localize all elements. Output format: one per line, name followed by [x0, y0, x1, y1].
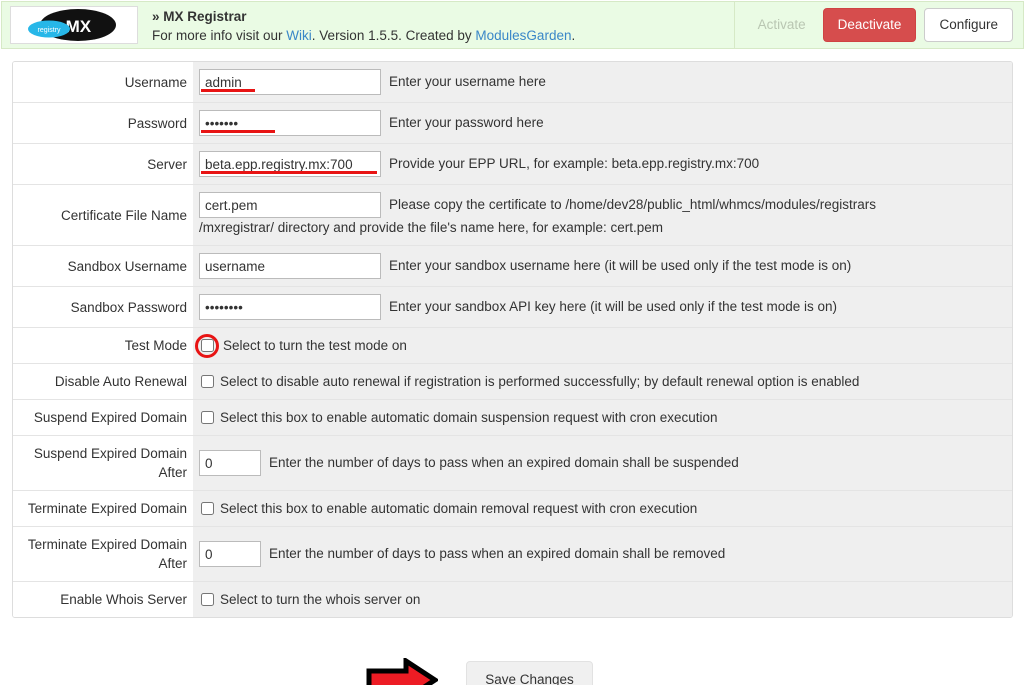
- table-row: Sandbox Password Enter your sandbox API …: [13, 286, 1012, 328]
- field-description-terminate-expired-domain-after: Enter the number of days to pass when an…: [269, 546, 726, 561]
- field-label-disable-auto-renewal: Disable Auto Renewal: [13, 363, 193, 400]
- enable-whois-server-checkbox[interactable]: [201, 593, 214, 606]
- field-description-password: Enter your password here: [389, 115, 544, 130]
- terminate-expired-domain-checkbox[interactable]: [201, 502, 214, 515]
- disable-auto-renewal-checkbox[interactable]: [201, 375, 214, 388]
- field-label-certificate-file-name: Certificate File Name: [13, 184, 193, 246]
- field-area-suspend-expired-domain-after: Enter the number of days to pass when an…: [193, 435, 1012, 491]
- field-area-password: Enter your password here: [193, 102, 1012, 144]
- field-label-suspend-expired-domain: Suspend Expired Domain: [13, 399, 193, 436]
- table-row: Suspend Expired Domain Select this box t…: [13, 399, 1012, 436]
- field-area-sandbox-username: Enter your sandbox username here (it wil…: [193, 245, 1012, 287]
- field-area-server: Provide your EPP URL, for example: beta.…: [193, 143, 1012, 185]
- table-row: Certificate File Name Please copy the ce…: [13, 184, 1012, 246]
- save-changes-button[interactable]: Save Changes: [466, 660, 593, 685]
- table-row: Server Provide your EPP URL, for example…: [13, 143, 1012, 185]
- field-area-test-mode: Select to turn the test mode on: [193, 327, 1012, 364]
- field-area-terminate-expired-domain: Select this box to enable automatic doma…: [193, 490, 1012, 527]
- username-annotation: [199, 69, 381, 95]
- module-header: .MX ® registry » MX Registrar For more i…: [1, 1, 1024, 49]
- field-description-disable-auto-renewal: Select to disable auto renewal if regist…: [220, 373, 860, 389]
- field-description-test-mode: Select to turn the test mode on: [223, 337, 407, 353]
- activate-button[interactable]: Activate: [743, 8, 821, 42]
- red-arrow-right-icon: [366, 656, 440, 685]
- field-area-suspend-expired-domain: Select this box to enable automatic doma…: [193, 399, 1012, 436]
- table-row: Terminate Expired Domain After Enter the…: [13, 526, 1012, 582]
- module-header-text: » MX Registrar For more info visit our W…: [138, 2, 734, 48]
- table-row: Disable Auto Renewal Select to disable a…: [13, 363, 1012, 400]
- field-area-enable-whois-server: Select to turn the whois server on: [193, 581, 1012, 617]
- subtitle-middle: . Version 1.5.5. Created by: [311, 28, 476, 43]
- module-title: » MX Registrar: [152, 9, 247, 24]
- field-description-certificate-file-name: Please copy the certificate to /home/dev…: [389, 197, 876, 212]
- username-input[interactable]: [199, 69, 381, 95]
- test-mode-checkbox[interactable]: [201, 339, 214, 352]
- subtitle-after: .: [571, 28, 576, 43]
- mx-registry-logo-icon: .MX ® registry: [28, 9, 122, 41]
- field-description-suspend-expired-domain-after: Enter the number of days to pass when an…: [269, 455, 739, 470]
- table-row: Suspend Expired Domain After Enter the n…: [13, 435, 1012, 491]
- svg-text:®: ®: [117, 12, 122, 19]
- module-action-buttons: Activate Deactivate Configure: [733, 2, 1023, 48]
- server-input[interactable]: [199, 151, 381, 177]
- test-mode-annotation: [195, 333, 220, 358]
- password-input[interactable]: [199, 110, 381, 136]
- field-area-terminate-expired-domain-after: Enter the number of days to pass when an…: [193, 526, 1012, 582]
- field-area-certificate-file-name: Please copy the certificate to /home/dev…: [193, 184, 1012, 246]
- module-subtitle: For more info visit our Wiki. Version 1.…: [152, 26, 734, 45]
- sandbox-username-input[interactable]: [199, 253, 381, 279]
- deactivate-button[interactable]: Deactivate: [822, 8, 917, 42]
- sandbox-password-input[interactable]: [199, 294, 381, 320]
- field-description-certificate-file-name-line2: /mxregistrar/ directory and provide the …: [199, 220, 664, 235]
- field-description-enable-whois-server: Select to turn the whois server on: [220, 591, 421, 607]
- field-area-username: Enter your username here: [193, 62, 1012, 103]
- module-settings-panel: Username Enter your username here Passwo…: [12, 61, 1013, 618]
- suspend-expired-domain-after-input[interactable]: [199, 450, 261, 476]
- field-label-terminate-expired-domain-after: Terminate Expired Domain After: [13, 526, 193, 582]
- field-label-enable-whois-server: Enable Whois Server: [13, 581, 193, 617]
- terminate-expired-domain-after-input[interactable]: [199, 541, 261, 567]
- field-description-terminate-expired-domain: Select this box to enable automatic doma…: [220, 500, 698, 516]
- field-label-terminate-expired-domain: Terminate Expired Domain: [13, 490, 193, 527]
- field-area-sandbox-password: Enter your sandbox API key here (it will…: [193, 286, 1012, 328]
- field-description-username: Enter your username here: [389, 74, 546, 89]
- field-description-sandbox-username: Enter your sandbox username here (it wil…: [389, 258, 852, 273]
- wiki-link[interactable]: Wiki: [286, 28, 312, 43]
- modulesgarden-link[interactable]: ModulesGarden: [475, 28, 571, 43]
- field-description-sandbox-password: Enter your sandbox API key here (it will…: [389, 299, 837, 314]
- table-row: Terminate Expired Domain Select this box…: [13, 490, 1012, 527]
- field-label-server: Server: [13, 143, 193, 185]
- field-area-disable-auto-renewal: Select to disable auto renewal if regist…: [193, 363, 1012, 400]
- table-row: Password Enter your password here: [13, 102, 1012, 144]
- server-annotation: [199, 151, 381, 177]
- field-description-suspend-expired-domain: Select this box to enable automatic doma…: [220, 409, 718, 425]
- table-row: Username Enter your username here: [13, 62, 1012, 103]
- svg-text:registry: registry: [38, 27, 61, 34]
- field-label-password: Password: [13, 102, 193, 144]
- field-label-suspend-expired-domain-after: Suspend Expired Domain After: [13, 435, 193, 491]
- configure-button[interactable]: Configure: [924, 8, 1013, 42]
- table-row: Sandbox Username Enter your sandbox user…: [13, 245, 1012, 287]
- subtitle-before-wiki: For more info visit our: [152, 28, 287, 43]
- settings-footer: Save Changes: [0, 644, 1025, 685]
- password-annotation: [199, 110, 381, 136]
- field-description-server: Provide your EPP URL, for example: beta.…: [389, 156, 760, 171]
- certificate-file-name-input[interactable]: [199, 192, 381, 218]
- field-label-username: Username: [13, 62, 193, 103]
- mx-registry-logo: .MX ® registry: [10, 6, 138, 44]
- table-row: Enable Whois Server Select to turn the w…: [13, 581, 1012, 617]
- field-label-sandbox-password: Sandbox Password: [13, 286, 193, 328]
- suspend-expired-domain-checkbox[interactable]: [201, 411, 214, 424]
- module-settings-table: Username Enter your username here Passwo…: [13, 62, 1012, 617]
- field-label-test-mode: Test Mode: [13, 327, 193, 364]
- field-label-sandbox-username: Sandbox Username: [13, 245, 193, 287]
- table-row: Test Mode Select to turn the test mode o…: [13, 327, 1012, 364]
